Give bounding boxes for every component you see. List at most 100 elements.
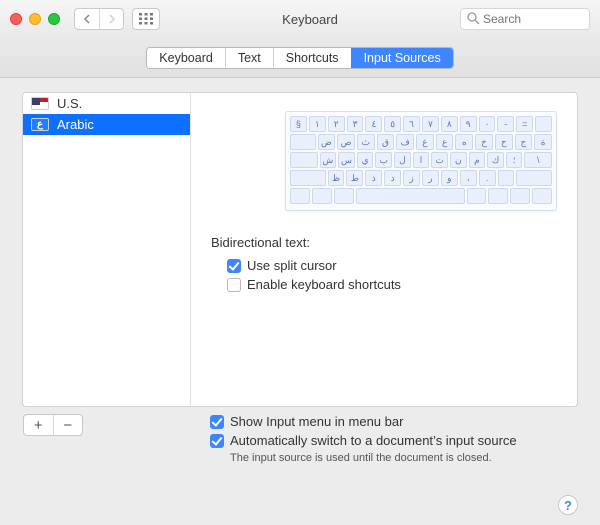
- auto-switch-row[interactable]: Automatically switch to a document’s inp…: [210, 431, 578, 450]
- show-all-prefs-button[interactable]: [132, 8, 160, 30]
- keyboard-key: [290, 134, 316, 150]
- keyboard-key: [467, 188, 487, 204]
- keyboard-key: د: [384, 170, 401, 186]
- keyboard-key: ٤: [365, 116, 382, 132]
- zoom-window-button[interactable]: [48, 13, 60, 25]
- keyboard-key: ٣: [347, 116, 364, 132]
- keyboard-key: =: [516, 116, 533, 132]
- search-input[interactable]: [460, 8, 590, 30]
- keyboard-key: ز: [403, 170, 420, 186]
- auto-switch-label: Automatically switch to a document’s inp…: [230, 433, 517, 448]
- detail-pane: §١٢٣٤٥٦٧٨٩٠-=ضصثقفغعهخحجةشسيبلاتنمك؛\ظطذ…: [191, 93, 577, 406]
- keyboard-key: ذ: [365, 170, 382, 186]
- keyboard-key: ؛: [506, 152, 523, 168]
- source-row-arabic[interactable]: ع Arabic: [23, 114, 190, 135]
- auto-switch-hint: The input source is used until the docum…: [210, 450, 578, 464]
- window-controls: [10, 13, 60, 25]
- keyboard-key: ث: [357, 134, 375, 150]
- add-source-button[interactable]: +: [24, 415, 53, 435]
- keyboard-key: ت: [431, 152, 448, 168]
- keyboard-key: خ: [475, 134, 493, 150]
- keyboard-key: ع: [436, 134, 454, 150]
- keyboard-key: [516, 170, 552, 186]
- search-field-wrap: [460, 8, 590, 30]
- use-split-cursor-row[interactable]: Use split cursor: [211, 256, 557, 275]
- auto-switch-checkbox[interactable]: [210, 434, 224, 448]
- keyboard-key: [312, 188, 332, 204]
- keyboard-key: ،: [460, 170, 477, 186]
- keyboard-key: ة: [534, 134, 552, 150]
- keyboard-key: م: [469, 152, 486, 168]
- keyboard-key: ظ: [328, 170, 345, 186]
- toolbar: Keyboard Text Shortcuts Input Sources: [0, 38, 600, 78]
- back-button[interactable]: [75, 9, 99, 29]
- keyboard-key: ج: [515, 134, 533, 150]
- source-row-us[interactable]: U.S.: [23, 93, 190, 114]
- source-label: U.S.: [57, 96, 82, 111]
- keyboard-key: [498, 170, 515, 186]
- forward-button[interactable]: [99, 9, 123, 29]
- keyboard-key: ٨: [441, 116, 458, 132]
- keyboard-key: ك: [487, 152, 504, 168]
- tab-text[interactable]: Text: [225, 48, 273, 68]
- keyboard-key: [290, 188, 310, 204]
- keyboard-key: ش: [320, 152, 337, 168]
- keyboard-preview: §١٢٣٤٥٦٧٨٩٠-=ضصثقفغعهخحجةشسيبلاتنمك؛\ظطذ…: [285, 111, 557, 211]
- keyboard-key: [334, 188, 354, 204]
- keyboard-key: [290, 152, 318, 168]
- help-button[interactable]: ?: [558, 495, 578, 515]
- keyboard-key: ن: [450, 152, 467, 168]
- keyboard-key: [535, 116, 552, 132]
- keyboard-key: ٥: [384, 116, 401, 132]
- enable-kb-shortcuts-row[interactable]: Enable keyboard shortcuts: [211, 275, 557, 294]
- tab-bar: Keyboard Text Shortcuts Input Sources: [146, 47, 453, 69]
- enable-kb-shortcuts-checkbox[interactable]: [227, 278, 241, 292]
- keyboard-key: ب: [375, 152, 392, 168]
- keyboard-key: [356, 188, 465, 204]
- keyboard-key: §: [290, 116, 307, 132]
- keyboard-key: ل: [394, 152, 411, 168]
- use-split-cursor-checkbox[interactable]: [227, 259, 241, 273]
- keyboard-key: غ: [416, 134, 434, 150]
- enable-kb-shortcuts-label: Enable keyboard shortcuts: [247, 277, 401, 292]
- show-input-menu-row[interactable]: Show Input menu in menu bar: [210, 412, 578, 431]
- flag-ar-icon: ع: [31, 118, 49, 131]
- keyboard-key: ٩: [460, 116, 477, 132]
- keyboard-key: ر: [422, 170, 439, 186]
- main-pane: U.S. ع Arabic + − §١٢٣٤٥٦٧٨٩٠-=ضصثقفغعهخ…: [0, 78, 600, 525]
- keyboard-key: ٦: [403, 116, 420, 132]
- keyboard-key: ق: [377, 134, 395, 150]
- tab-keyboard[interactable]: Keyboard: [147, 48, 225, 68]
- keyboard-key: و: [441, 170, 458, 186]
- minimize-window-button[interactable]: [29, 13, 41, 25]
- remove-source-button[interactable]: −: [53, 415, 83, 435]
- show-input-menu-label: Show Input menu in menu bar: [230, 414, 403, 429]
- keyboard-key: ض: [318, 134, 336, 150]
- use-split-cursor-label: Use split cursor: [247, 258, 337, 273]
- add-remove-control: + −: [23, 414, 83, 436]
- window-title: Keyboard: [168, 12, 452, 27]
- close-window-button[interactable]: [10, 13, 22, 25]
- bidi-section-label: Bidirectional text:: [211, 235, 557, 250]
- keyboard-key: س: [338, 152, 355, 168]
- keyboard-key: \: [524, 152, 552, 168]
- keyboard-key: ا: [413, 152, 430, 168]
- show-input-menu-checkbox[interactable]: [210, 415, 224, 429]
- keyboard-key: ح: [495, 134, 513, 150]
- titlebar: Keyboard: [0, 0, 600, 38]
- keyboard-key: ٧: [422, 116, 439, 132]
- keyboard-key: ط: [346, 170, 363, 186]
- keyboard-key: .: [479, 170, 496, 186]
- tab-input-sources[interactable]: Input Sources: [351, 48, 453, 68]
- keyboard-key: ص: [337, 134, 355, 150]
- nav-buttons: [74, 8, 124, 30]
- keyboard-key: ٠: [479, 116, 496, 132]
- content-panel: U.S. ع Arabic + − §١٢٣٤٥٦٧٨٩٠-=ضصثقفغعهخ…: [22, 92, 578, 407]
- keyboard-key: [510, 188, 530, 204]
- keyboard-key: -: [497, 116, 514, 132]
- tab-shortcuts[interactable]: Shortcuts: [273, 48, 351, 68]
- keyboard-key: [532, 188, 552, 204]
- input-source-list[interactable]: U.S. ع Arabic + −: [23, 93, 191, 406]
- keyboard-key: ف: [396, 134, 414, 150]
- footer-options: Show Input menu in menu bar Automaticall…: [210, 412, 578, 464]
